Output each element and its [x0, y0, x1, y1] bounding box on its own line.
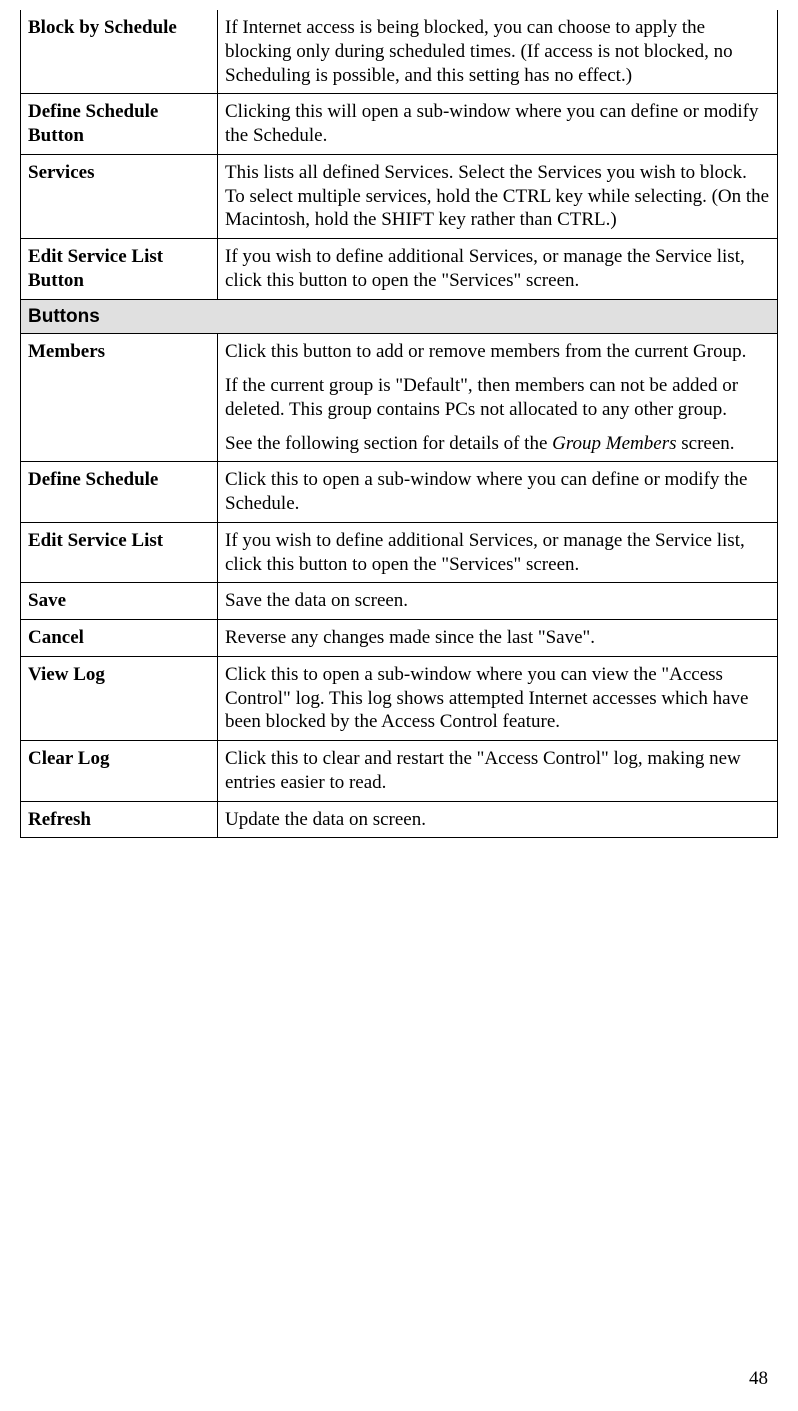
table-row: Edit Service ListIf you wish to define a… [21, 522, 778, 583]
row-label: Edit Service List Button [21, 239, 218, 300]
desc-paragraph: If the current group is "Default", then … [225, 374, 770, 422]
row-description: If Internet access is being blocked, you… [218, 10, 778, 94]
section-header: Buttons [21, 299, 778, 334]
row-label: Block by Schedule [21, 10, 218, 94]
table-row: RefreshUpdate the data on screen. [21, 801, 778, 838]
table-row: SaveSave the data on screen. [21, 583, 778, 620]
row-description: Update the data on screen. [218, 801, 778, 838]
row-label: View Log [21, 656, 218, 740]
row-label: Services [21, 154, 218, 238]
table-row: Clear LogClick this to clear and restart… [21, 741, 778, 802]
row-label: Members [21, 334, 218, 462]
row-label: Edit Service List [21, 522, 218, 583]
desc-paragraph: Click this button to add or remove membe… [225, 340, 770, 364]
row-description: Click this to clear and restart the "Acc… [218, 741, 778, 802]
row-description: Click this to open a sub-window where yo… [218, 462, 778, 523]
table-row: Define ScheduleClick this to open a sub-… [21, 462, 778, 523]
row-description: Click this to open a sub-window where yo… [218, 656, 778, 740]
row-label: Clear Log [21, 741, 218, 802]
table-row: Block by ScheduleIf Internet access is b… [21, 10, 778, 94]
table-row: Define Schedule ButtonClicking this will… [21, 94, 778, 155]
table-row: Members Click this button to add or remo… [21, 334, 778, 462]
row-label: Cancel [21, 620, 218, 657]
row-label: Define Schedule Button [21, 94, 218, 155]
row-label: Define Schedule [21, 462, 218, 523]
definition-table: Block by ScheduleIf Internet access is b… [20, 10, 778, 838]
row-description: This lists all defined Services. Select … [218, 154, 778, 238]
table-row: View LogClick this to open a sub-window … [21, 656, 778, 740]
row-label: Refresh [21, 801, 218, 838]
row-description: If you wish to define additional Service… [218, 239, 778, 300]
table-row: ServicesThis lists all defined Services.… [21, 154, 778, 238]
row-description: Clicking this will open a sub-window whe… [218, 94, 778, 155]
table-row: Edit Service List ButtonIf you wish to d… [21, 239, 778, 300]
row-description: Save the data on screen. [218, 583, 778, 620]
page-number: 48 [749, 1367, 768, 1391]
row-description: If you wish to define additional Service… [218, 522, 778, 583]
table-row: CancelReverse any changes made since the… [21, 620, 778, 657]
row-label: Save [21, 583, 218, 620]
section-row: Buttons [21, 299, 778, 334]
row-description: Click this button to add or remove membe… [218, 334, 778, 462]
desc-paragraph: See the following section for details of… [225, 432, 770, 456]
row-description: Reverse any changes made since the last … [218, 620, 778, 657]
